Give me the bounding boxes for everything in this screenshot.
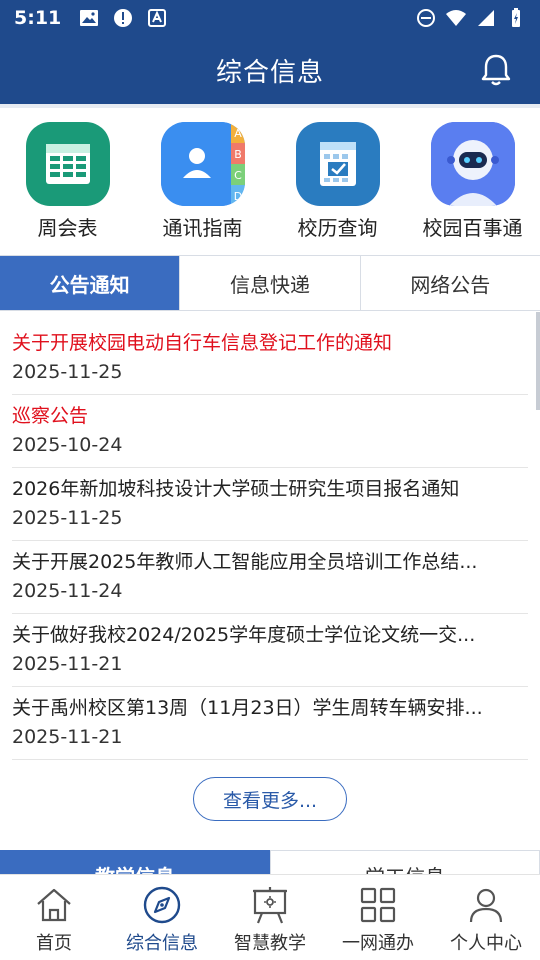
alert-icon (114, 9, 133, 27)
news-title: 关于开展校园电动自行车信息登记工作的通知 (12, 332, 393, 354)
nav-smart-teaching[interactable]: 智慧教学 (216, 875, 324, 960)
tab-announcements[interactable]: 公告通知 (0, 256, 181, 310)
shortcut-label: 通讯指南 (162, 216, 243, 240)
shortcut-contacts-guide[interactable]: ABCD 通讯指南 (143, 122, 263, 254)
status-time: 5:11 (14, 7, 62, 29)
news-date: 2025-11-21 (12, 653, 123, 675)
shortcut-calendar[interactable]: 校历查询 (278, 122, 398, 254)
dnd-icon (417, 9, 435, 27)
news-title: 关于禹州校区第13周（11月23日）学生周转车辆安排... (12, 697, 483, 719)
calendar-icon (295, 122, 380, 206)
list-item[interactable]: 2026年新加坡科技设计大学硕士研究生项目报名通知 2025-11-25 (12, 468, 528, 541)
image-icon (80, 10, 99, 26)
grid-icon (360, 887, 396, 923)
news-date: 2025-11-25 (12, 361, 123, 383)
signal-icon (478, 10, 494, 26)
nav-label: 首页 (36, 933, 72, 954)
tab-info-express[interactable]: 信息快递 (180, 256, 361, 310)
news-title: 2026年新加坡科技设计大学硕士研究生项目报名通知 (12, 478, 460, 500)
list-item[interactable]: 关于做好我校2024/2025学年度硕士学位论文统一交... 2025-11-2… (12, 614, 528, 687)
news-date: 2025-11-21 (12, 726, 123, 748)
contacts-tab-letter: A (234, 127, 242, 140)
news-tabs: 公告通知 信息快递 网络公告 (0, 255, 540, 311)
scrollbar[interactable] (536, 312, 540, 410)
news-date: 2025-10-24 (12, 434, 123, 456)
page-title: 综合信息 (215, 57, 324, 88)
app-header: 综合信息 (0, 36, 540, 104)
contacts-tab-letter: C (234, 169, 242, 182)
list-item[interactable]: 关于开展2025年教师人工智能应用全员培训工作总结... 2025-11-24 (12, 541, 528, 614)
compass-icon (143, 886, 181, 924)
contacts-tab-letter: B (234, 148, 242, 161)
battery-icon (512, 8, 520, 27)
news-list: 关于开展校园电动自行车信息登记工作的通知 2025-11-25 巡察公告 202… (12, 322, 528, 760)
shortcut-label: 校园百事通 (422, 216, 523, 240)
nav-home[interactable]: 首页 (0, 875, 108, 960)
status-bar: 5:11 (0, 0, 540, 36)
font-icon (148, 9, 167, 27)
news-title: 关于开展2025年教师人工智能应用全员培训工作总结... (12, 551, 478, 573)
nav-personal-center[interactable]: 个人中心 (432, 875, 540, 960)
shortcut-label: 校历查询 (297, 216, 378, 240)
list-item[interactable]: 关于开展校园电动自行车信息登记工作的通知 2025-11-25 (12, 322, 528, 395)
contacts-tab-letter: D (233, 190, 241, 203)
view-more-button[interactable]: 查看更多... (193, 777, 347, 821)
news-title: 巡察公告 (12, 405, 89, 427)
shortcut-weekly-schedule[interactable]: 周会表 (8, 122, 128, 254)
tab-network-notices[interactable]: 网络公告 (361, 256, 540, 310)
nav-label: 一网通办 (342, 933, 414, 954)
nav-label: 个人中心 (450, 933, 522, 954)
home-icon (37, 888, 71, 922)
shortcut-row: 周会表 ABCD 通讯指南 校历查询 校园百事通 (0, 104, 540, 254)
bell-icon[interactable] (478, 52, 514, 88)
shortcut-campus-assistant[interactable]: 校园百事通 (413, 122, 533, 254)
robot-icon (430, 122, 515, 206)
nav-label: 智慧教学 (234, 933, 306, 954)
shortcut-label: 周会表 (37, 216, 98, 240)
news-date: 2025-11-25 (12, 507, 123, 529)
list-item[interactable]: 关于禹州校区第13周（11月23日）学生周转车辆安排... 2025-11-21 (12, 687, 528, 760)
bottom-nav: 首页 综合信息 智慧教学 一网通办 个人中心 (0, 874, 540, 960)
list-item[interactable]: 巡察公告 2025-10-24 (12, 395, 528, 468)
nav-label: 综合信息 (126, 933, 198, 954)
news-title: 关于做好我校2024/2025学年度硕士学位论文统一交... (12, 624, 476, 646)
contacts-icon: ABCD (160, 122, 245, 206)
spreadsheet-icon (25, 122, 110, 206)
nav-one-stop[interactable]: 一网通办 (324, 875, 432, 960)
user-icon (469, 888, 503, 923)
nav-general-info[interactable]: 综合信息 (108, 875, 216, 960)
easel-icon (253, 887, 287, 924)
news-date: 2025-11-24 (12, 580, 123, 602)
wifi-icon (446, 10, 466, 26)
